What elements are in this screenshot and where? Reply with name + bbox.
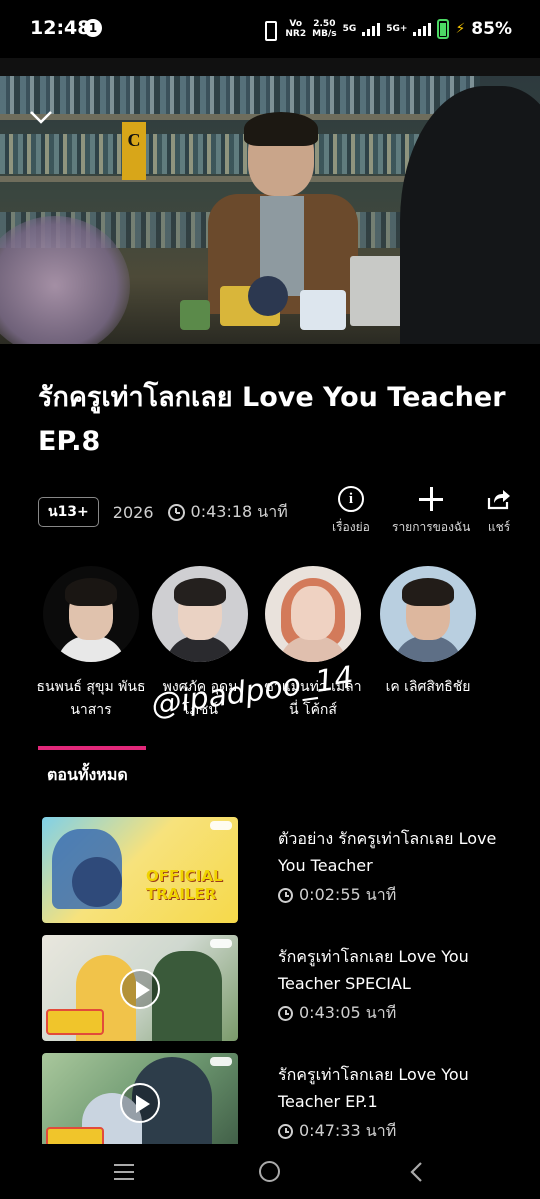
cast-member[interactable]: ธนพนธ์ สุขุม พันธนาสาร xyxy=(36,566,146,722)
thumbnail-caption: OFFICIAL TRAILER xyxy=(146,867,223,903)
meta-row: น13+ 2026 0:43:18 นาที xyxy=(38,497,288,527)
episode-item[interactable]: รักครูเท่าโลกเลย Love You Teacher EP.1 0… xyxy=(42,1053,512,1144)
video-player[interactable]: C xyxy=(0,76,540,344)
foreground-person xyxy=(400,86,540,344)
age-rating-badge: น13+ xyxy=(38,497,99,527)
episode-thumbnail[interactable] xyxy=(42,1053,238,1144)
home-icon[interactable] xyxy=(259,1161,280,1182)
network-type: Vo NR2 xyxy=(285,19,307,39)
battery-percent: 85% xyxy=(471,19,512,39)
notification-count-badge: 1 xyxy=(84,19,102,37)
clock-icon xyxy=(278,1124,293,1139)
cast-member[interactable]: เค เลิศสิทธิชัย xyxy=(373,566,483,699)
desk-items xyxy=(120,266,380,344)
tab-active-indicator xyxy=(38,746,146,750)
episode-thumbnail[interactable] xyxy=(42,935,238,1041)
chevron-down-icon[interactable] xyxy=(28,108,54,126)
status-bar: 12:48 1 Vo NR2 2.50 MB/s 5G 5G+ ⚡ 85% xyxy=(0,0,540,58)
recent-apps-icon[interactable] xyxy=(114,1164,134,1180)
plus-icon xyxy=(418,486,444,512)
bookshelf xyxy=(0,76,480,116)
network-speed: 2.50 MB/s xyxy=(312,19,337,39)
episode-title: รักครูเท่าโลกเลย Love You Teacher EP.8 xyxy=(38,382,506,457)
sim2-label: 5G+ xyxy=(386,24,408,34)
share-icon xyxy=(487,490,510,510)
info-icon: i xyxy=(337,486,364,512)
episode-thumbnail[interactable]: OFFICIAL TRAILER xyxy=(42,817,238,923)
show-logo xyxy=(46,1127,104,1144)
play-icon xyxy=(120,1083,160,1123)
status-icons: Vo NR2 2.50 MB/s 5G 5G+ ⚡ 85% xyxy=(259,16,512,42)
tab-all-episodes[interactable]: ตอนทั้งหมด xyxy=(47,763,128,788)
avatar xyxy=(380,566,476,662)
play-icon xyxy=(120,969,160,1009)
vibrate-icon xyxy=(259,20,279,41)
clock-icon xyxy=(278,888,293,903)
share-button[interactable]: แชร์ xyxy=(486,486,512,537)
add-to-my-list-button[interactable]: รายการของฉัน xyxy=(392,486,470,537)
episode-duration: 0:02:55 นาที xyxy=(278,883,396,908)
charging-icon: ⚡ xyxy=(455,21,466,37)
battery-icon xyxy=(437,19,450,39)
episode-duration: 0:43:05 นาที xyxy=(278,1001,396,1026)
episode-item[interactable]: OFFICIAL TRAILER ตัวอย่าง รักครูเท่าโลกเ… xyxy=(42,817,512,923)
back-icon[interactable] xyxy=(408,1161,426,1183)
avatar xyxy=(43,566,139,662)
signal-icon xyxy=(362,22,381,36)
synopsis-button[interactable]: i เรื่องย่อ xyxy=(332,486,370,537)
cast-name: เค เลิศสิทธิชัย xyxy=(385,679,471,695)
episode-title: รักครูเท่าโลกเลย Love You Teacher EP.1 xyxy=(278,1065,469,1111)
duration: 0:43:18 นาที xyxy=(167,500,288,525)
system-nav-bar xyxy=(0,1144,540,1199)
episode-item[interactable]: รักครูเท่าโลกเลย Love You Teacher SPECIA… xyxy=(42,935,512,1041)
sim1-label: 5G xyxy=(342,24,357,34)
episode-title: ตัวอย่าง รักครูเท่าโลกเลย Love You Teach… xyxy=(278,829,497,875)
signal-icon-2 xyxy=(413,22,432,36)
avatar xyxy=(265,566,361,662)
cast-name: ธนพนธ์ สุขุม พันธนาสาร xyxy=(36,679,146,718)
episode-duration: 0:47:33 นาที xyxy=(278,1119,396,1144)
shelf-sign: C xyxy=(122,122,146,180)
avatar xyxy=(152,566,248,662)
status-time: 12:48 xyxy=(30,17,91,39)
show-logo xyxy=(46,1009,104,1035)
episode-title: รักครูเท่าโลกเลย Love You Teacher SPECIA… xyxy=(278,947,469,993)
release-year: 2026 xyxy=(112,502,154,522)
clock-icon xyxy=(278,1006,293,1021)
video-top-strip xyxy=(0,58,540,76)
clock-icon xyxy=(167,503,185,521)
